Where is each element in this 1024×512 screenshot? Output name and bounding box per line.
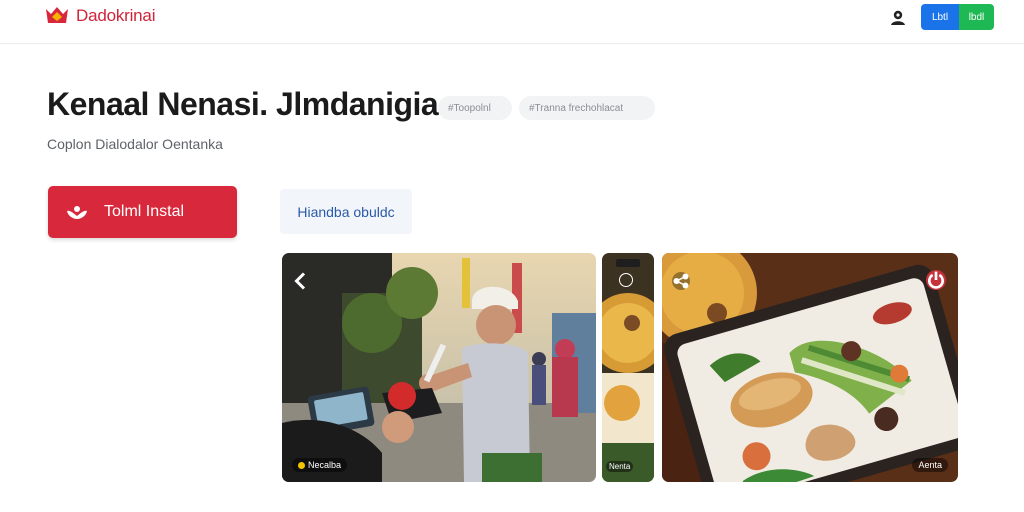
install-button[interactable]: Tolml Instal — [48, 186, 237, 238]
header-secondary-button[interactable]: lbdl — [959, 4, 994, 30]
user-icon[interactable] — [889, 8, 907, 26]
header-button-group: Lbtl lbdl — [921, 4, 994, 30]
screenshot-caption: Aenta — [912, 458, 948, 472]
page-subtitle: Coplon Dialodalor Oentanka — [47, 136, 223, 152]
screenshot-1[interactable]: Necalba — [282, 253, 596, 482]
secondary-action-button[interactable]: Hiandba obuldc — [280, 189, 412, 234]
screenshot-1-image — [282, 253, 596, 482]
brand-logo-icon — [46, 7, 68, 23]
brand[interactable]: Dadokrinai — [44, 5, 155, 27]
screenshot-2[interactable]: Nenta — [602, 253, 654, 482]
header-primary-button[interactable]: Lbtl — [921, 4, 959, 30]
brand-name: Dadokrinai — [76, 6, 156, 25]
caption-text: Necalba — [308, 460, 342, 470]
share-icon[interactable] — [672, 272, 690, 290]
tag-chip[interactable]: #Tranna frechohlacat — [519, 96, 655, 120]
install-button-label: Tolml Instal — [104, 203, 185, 220]
chevron-left-icon[interactable] — [292, 272, 310, 290]
screenshot-caption: Necalba — [292, 458, 348, 472]
screenshot-2-image — [602, 253, 654, 482]
page-title: Kenaal Nenasi. Jlmdanigia. — [47, 86, 447, 122]
screenshot-3[interactable]: Aenta — [662, 253, 958, 482]
top-bar: Dadokrinai Lbtl lbdl — [0, 0, 1024, 44]
power-icon[interactable] — [926, 270, 946, 290]
circle-icon[interactable] — [619, 273, 633, 287]
screenshot-caption: Nenta — [606, 461, 634, 472]
dot-icon — [298, 462, 305, 470]
hands-icon — [67, 206, 87, 219]
screenshot-3-image — [662, 253, 958, 482]
tag-chip[interactable]: #Toopolnl — [438, 96, 512, 120]
